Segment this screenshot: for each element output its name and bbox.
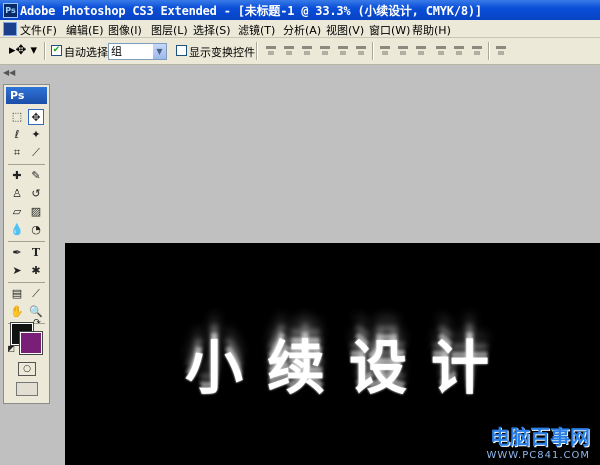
distribute-left-icon[interactable] [436, 45, 446, 56]
ps-badge[interactable]: Ps [6, 87, 47, 104]
options-separator [488, 42, 490, 60]
menu-help[interactable]: 帮助(H) [412, 22, 451, 38]
swap-colors-icon[interactable]: ↷ [32, 318, 42, 328]
toolbox-divider [8, 241, 45, 242]
slice-tool-icon[interactable]: ⟋ [28, 145, 44, 161]
watermark-main: 电脑百事网 [490, 425, 590, 449]
distribute-bottom-icon[interactable] [416, 45, 426, 56]
screen-mode-icon[interactable] [16, 382, 38, 396]
dodge-tool-icon[interactable]: ◔ [28, 222, 44, 238]
eyedropper-tool-icon[interactable]: ⟋ [28, 286, 44, 302]
shape-tool-icon[interactable]: ✱ [28, 263, 44, 279]
ps-menu-icon[interactable] [3, 22, 17, 36]
healing-brush-tool-icon[interactable]: ✚ [9, 168, 25, 184]
eraser-tool-icon[interactable]: ▱ [9, 204, 25, 220]
marquee-tool-icon[interactable]: ⬚ [9, 109, 25, 125]
quick-mask-icon[interactable]: ○ [18, 362, 36, 376]
auto-select-value: 组 [111, 45, 122, 58]
show-transform-label: 显示变换控件 [189, 46, 255, 59]
title-bar: Ps Adobe Photoshop CS3 Extended - [未标题-1… [0, 0, 600, 20]
collapse-panel-icon[interactable]: ◀◀ [3, 68, 15, 77]
hand-tool-icon[interactable]: ✋ [9, 304, 25, 320]
auto-select-dropdown[interactable]: 组 ▼ [108, 43, 167, 60]
options-separator [256, 42, 258, 60]
magic-wand-tool-icon[interactable]: ✦ [28, 127, 44, 143]
default-colors-icon[interactable]: ◩ [6, 344, 16, 354]
chevron-down-icon[interactable]: ▼ [153, 44, 166, 59]
auto-align-layers-icon[interactable] [496, 45, 506, 56]
lasso-tool-icon[interactable]: ℓ [9, 127, 25, 143]
brush-tool-icon[interactable]: ✎ [28, 168, 44, 184]
distribute-right-icon[interactable] [472, 45, 482, 56]
watermark: 电脑百事网 WWW.PC841.COM [487, 421, 590, 461]
menu-window[interactable]: 窗口(W) [369, 22, 410, 38]
photoshop-app-icon[interactable]: Ps [3, 3, 18, 18]
move-tool-icon[interactable]: ✥ [28, 109, 44, 125]
pen-tool-icon[interactable]: ✒ [9, 245, 25, 261]
move-tool-preset-icon[interactable]: ▸✥ ▾ [9, 43, 39, 59]
notes-tool-icon[interactable]: ▤ [9, 286, 25, 302]
window-title: Adobe Photoshop CS3 Extended - [未标题-1 @ … [20, 4, 482, 18]
auto-select-label: 自动选择: [64, 46, 112, 59]
options-separator [372, 42, 374, 60]
align-left-icon[interactable] [320, 45, 330, 56]
options-bar: ▸✥ ▾ ✔ 自动选择: 组 ▼ 显示变换控件 [0, 38, 600, 65]
align-hcenter-icon[interactable] [338, 45, 348, 56]
distribute-vcenter-icon[interactable] [398, 45, 408, 56]
toolbox: Ps ⬚ ✥ ℓ ✦ ⌗ ⟋ ✚ ✎ ♙ ↺ ▱ ▨ 💧 ◔ ✒ T ➤ ✱ ▤… [3, 84, 50, 404]
gradient-tool-icon[interactable]: ▨ [28, 204, 44, 220]
blur-tool-icon[interactable]: 💧 [9, 222, 25, 238]
menu-filter[interactable]: 滤镜(T) [238, 22, 275, 38]
clone-stamp-tool-icon[interactable]: ♙ [9, 186, 25, 202]
align-bottom-icon[interactable] [302, 45, 312, 56]
path-selection-tool-icon[interactable]: ➤ [9, 263, 25, 279]
show-transform-checkbox[interactable] [176, 45, 187, 56]
flame-text: 小续设计 [185, 334, 514, 402]
menu-select[interactable]: 选择(S) [193, 22, 231, 38]
menu-file[interactable]: 文件(F) [20, 22, 57, 38]
type-tool-icon[interactable]: T [28, 245, 44, 261]
menu-bar: 文件(F) 编辑(E) 图像(I) 图层(L) 选择(S) 滤镜(T) 分析(A… [0, 20, 600, 38]
auto-select-checkbox[interactable]: ✔ [51, 45, 62, 56]
align-vcenter-icon[interactable] [284, 45, 294, 56]
menu-view[interactable]: 视图(V) [326, 22, 364, 38]
align-top-icon[interactable] [266, 45, 276, 56]
distribute-hcenter-icon[interactable] [454, 45, 464, 56]
crop-tool-icon[interactable]: ⌗ [9, 145, 25, 161]
align-right-icon[interactable] [356, 45, 366, 56]
toolbox-divider [8, 164, 45, 165]
options-separator [44, 42, 46, 60]
document-canvas[interactable]: 小续设计 电脑百事网 WWW.PC841.COM [65, 243, 600, 465]
watermark-sub: WWW.PC841.COM [486, 450, 590, 461]
history-brush-tool-icon[interactable]: ↺ [28, 186, 44, 202]
toolbox-divider [8, 282, 45, 283]
menu-image[interactable]: 图像(I) [108, 22, 142, 38]
menu-edit[interactable]: 编辑(E) [66, 22, 104, 38]
background-color-swatch[interactable] [19, 331, 43, 355]
menu-layer[interactable]: 图层(L) [151, 22, 188, 38]
distribute-top-icon[interactable] [380, 45, 390, 56]
menu-analysis[interactable]: 分析(A) [283, 22, 321, 38]
